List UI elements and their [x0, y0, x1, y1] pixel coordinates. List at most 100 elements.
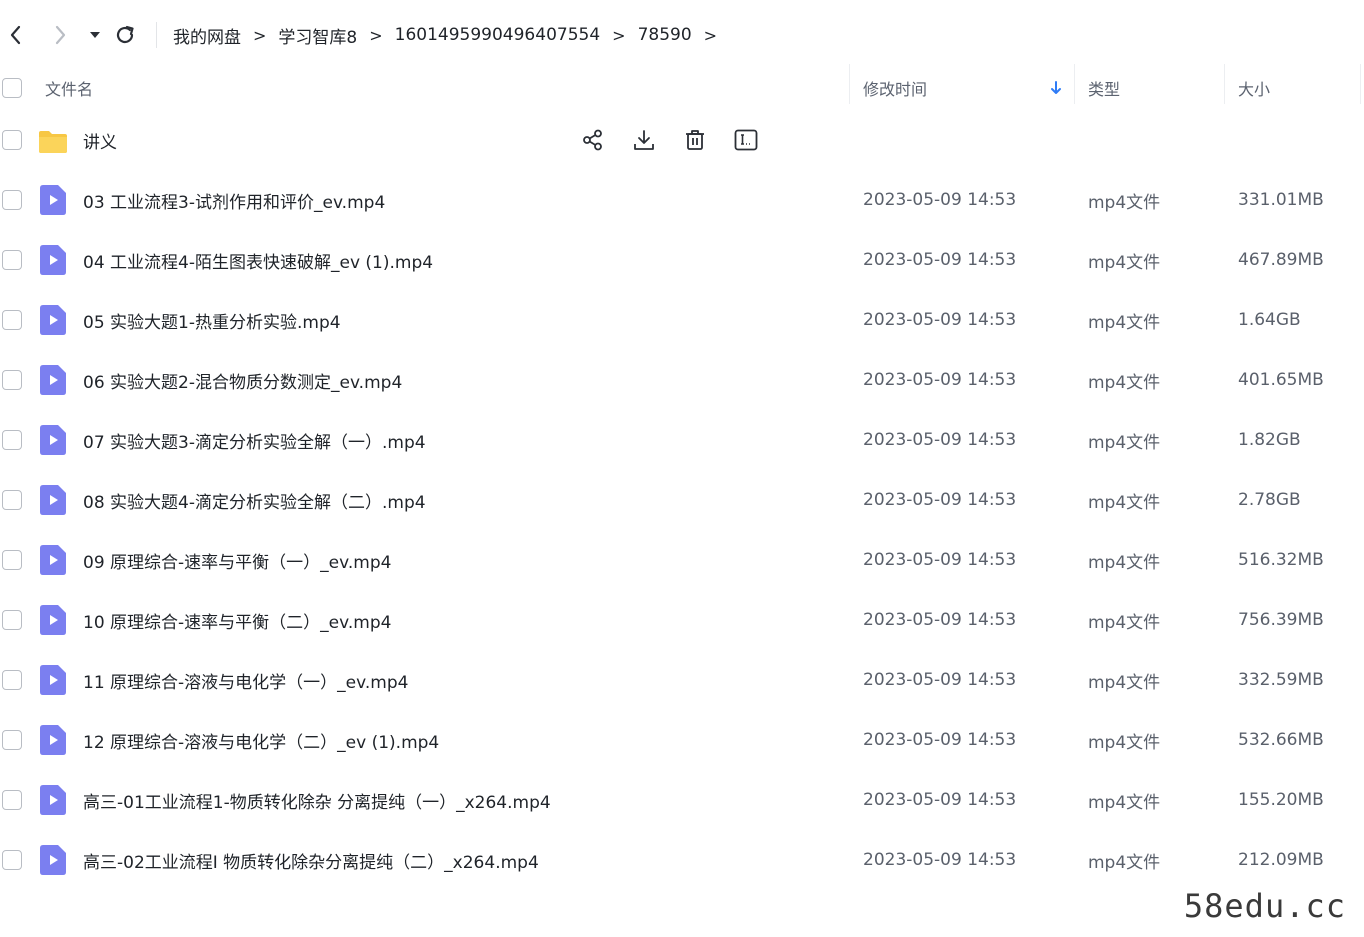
- video-file-icon: [40, 845, 66, 875]
- file-name[interactable]: 08 实验大题4-滴定分析实验全解（二）.mp4: [83, 470, 426, 530]
- file-type: mp4文件: [1088, 792, 1161, 813]
- file-name[interactable]: 04 工业流程4-陌生图表快速破解_ev (1).mp4: [83, 230, 433, 290]
- file-modified: 2023-05-09 14:53: [863, 670, 1017, 690]
- column-divider: [1074, 64, 1075, 104]
- row-checkbox[interactable]: [2, 670, 22, 690]
- row-checkbox[interactable]: [2, 190, 22, 210]
- file-modified: 2023-05-09 14:53: [863, 730, 1017, 750]
- row-checkbox[interactable]: [2, 790, 22, 810]
- file-modified: 2023-05-09 14:53: [863, 250, 1017, 270]
- video-file-icon: [40, 665, 66, 695]
- row-checkbox[interactable]: [2, 370, 22, 390]
- file-size: 467.89MB: [1238, 250, 1324, 270]
- file-size: 1.82GB: [1238, 430, 1301, 450]
- nav-divider: [156, 22, 157, 48]
- file-list-header: 文件名 修改时间 类型 大小: [0, 68, 1364, 108]
- forward-button[interactable]: [46, 20, 74, 50]
- back-button[interactable]: [2, 20, 30, 50]
- file-type: mp4文件: [1088, 672, 1161, 693]
- column-divider: [1360, 64, 1361, 104]
- navigation-bar: 我的网盘 > 学习智库8 > 1601495990496407554 > 785…: [0, 0, 1364, 68]
- file-row[interactable]: 08 实验大题4-滴定分析实验全解（二）.mp4 2023-05-09 14:5…: [0, 470, 1364, 530]
- row-checkbox[interactable]: [2, 850, 22, 870]
- file-type: mp4文件: [1088, 612, 1161, 633]
- row-checkbox[interactable]: [2, 130, 22, 150]
- file-row[interactable]: 高三-01工业流程1-物质转化除杂 分离提纯（一）_x264.mp4 2023-…: [0, 770, 1364, 830]
- refresh-button[interactable]: [111, 20, 139, 50]
- file-name[interactable]: 05 实验大题1-热重分析实验.mp4: [83, 290, 341, 350]
- breadcrumb-item-current[interactable]: 78590: [638, 25, 692, 45]
- file-name[interactable]: 09 原理综合-速率与平衡（一）_ev.mp4: [83, 530, 391, 590]
- file-type: mp4文件: [1088, 552, 1161, 573]
- breadcrumb-item-id[interactable]: 1601495990496407554: [395, 25, 601, 45]
- file-size: 2.78GB: [1238, 490, 1301, 510]
- sort-desc-button[interactable]: [1050, 68, 1070, 108]
- file-row[interactable]: 09 原理综合-速率与平衡（一）_ev.mp4 2023-05-09 14:53…: [0, 530, 1364, 590]
- download-icon: [634, 130, 654, 150]
- breadcrumb-separator: >: [369, 25, 383, 45]
- file-name[interactable]: 高三-02工业流程I 物质转化除杂分离提纯（二）_x264.mp4: [83, 830, 539, 890]
- file-row[interactable]: 05 实验大题1-热重分析实验.mp4 2023-05-09 14:53 mp4…: [0, 290, 1364, 350]
- row-checkbox[interactable]: [2, 250, 22, 270]
- file-modified: 2023-05-09 14:53: [863, 370, 1017, 390]
- column-header-modified[interactable]: 修改时间: [863, 68, 927, 108]
- file-name[interactable]: 07 实验大题3-滴定分析实验全解（一）.mp4: [83, 410, 426, 470]
- file-size: 332.59MB: [1238, 670, 1324, 690]
- file-row[interactable]: 11 原理综合-溶液与电化学（一）_ev.mp4 2023-05-09 14:5…: [0, 650, 1364, 710]
- file-name[interactable]: 11 原理综合-溶液与电化学（一）_ev.mp4: [83, 650, 408, 710]
- file-row[interactable]: 12 原理综合-溶液与电化学（二）_ev (1).mp4 2023-05-09 …: [0, 710, 1364, 770]
- file-name[interactable]: 12 原理综合-溶液与电化学（二）_ev (1).mp4: [83, 710, 439, 770]
- row-checkbox[interactable]: [2, 490, 22, 510]
- column-divider: [849, 64, 850, 104]
- column-header-type[interactable]: 类型: [1088, 68, 1120, 108]
- file-row[interactable]: 高三-02工业流程I 物质转化除杂分离提纯（二）_x264.mp4 2023-0…: [0, 830, 1364, 890]
- file-type: mp4文件: [1088, 192, 1161, 213]
- folder-name[interactable]: 讲义: [83, 110, 117, 170]
- file-name[interactable]: 10 原理综合-速率与平衡（二）_ev.mp4: [83, 590, 391, 650]
- file-modified: 2023-05-09 14:53: [863, 790, 1017, 810]
- file-name[interactable]: 高三-01工业流程1-物质转化除杂 分离提纯（一）_x264.mp4: [83, 770, 551, 830]
- chevron-left-icon: [10, 25, 21, 45]
- file-type: mp4文件: [1088, 852, 1161, 873]
- file-row[interactable]: 07 实验大题3-滴定分析实验全解（一）.mp4 2023-05-09 14:5…: [0, 410, 1364, 470]
- file-row[interactable]: 06 实验大题2-混合物质分数测定_ev.mp4 2023-05-09 14:5…: [0, 350, 1364, 410]
- breadcrumb-separator: >: [612, 25, 626, 45]
- column-header-size[interactable]: 大小: [1238, 68, 1270, 108]
- watermark: 58edu.cc: [1183, 887, 1346, 925]
- file-type: mp4文件: [1088, 252, 1161, 273]
- column-header-name[interactable]: 文件名: [45, 68, 93, 108]
- row-checkbox[interactable]: [2, 730, 22, 750]
- row-checkbox[interactable]: [2, 430, 22, 450]
- file-size: 155.20MB: [1238, 790, 1324, 810]
- breadcrumb-item-root[interactable]: 我的网盘: [173, 23, 241, 48]
- select-all-checkbox[interactable]: [2, 78, 22, 98]
- rename-button[interactable]: [731, 125, 761, 155]
- file-size: 532.66MB: [1238, 730, 1324, 750]
- folder-row[interactable]: 讲义: [0, 110, 1364, 170]
- download-button[interactable]: [629, 125, 659, 155]
- breadcrumb-item-library[interactable]: 学习智库8: [278, 23, 357, 48]
- video-file-icon: [40, 725, 66, 755]
- share-icon: [583, 129, 602, 151]
- file-row[interactable]: 10 原理综合-速率与平衡（二）_ev.mp4 2023-05-09 14:53…: [0, 590, 1364, 650]
- video-file-icon: [40, 785, 66, 815]
- row-checkbox[interactable]: [2, 610, 22, 630]
- share-button[interactable]: [578, 125, 608, 155]
- delete-button[interactable]: [680, 125, 710, 155]
- file-modified: 2023-05-09 14:53: [863, 490, 1017, 510]
- breadcrumb-separator: >: [703, 25, 718, 45]
- video-file-icon: [40, 485, 66, 515]
- file-modified: 2023-05-09 14:53: [863, 850, 1017, 870]
- file-row[interactable]: 04 工业流程4-陌生图表快速破解_ev (1).mp4 2023-05-09 …: [0, 230, 1364, 290]
- video-file-icon: [40, 545, 66, 575]
- row-checkbox[interactable]: [2, 550, 22, 570]
- arrow-down-icon: [1051, 81, 1061, 94]
- file-row[interactable]: 03 工业流程3-试剂作用和评价_ev.mp4 2023-05-09 14:53…: [0, 170, 1364, 230]
- history-dropdown-button[interactable]: [81, 20, 109, 50]
- file-type: mp4文件: [1088, 492, 1161, 513]
- file-name[interactable]: 06 实验大题2-混合物质分数测定_ev.mp4: [83, 350, 402, 410]
- file-name[interactable]: 03 工业流程3-试剂作用和评价_ev.mp4: [83, 170, 385, 230]
- row-checkbox[interactable]: [2, 310, 22, 330]
- file-modified: 2023-05-09 14:53: [863, 430, 1017, 450]
- breadcrumb: 我的网盘 > 学习智库8 > 1601495990496407554 > 785…: [173, 20, 729, 50]
